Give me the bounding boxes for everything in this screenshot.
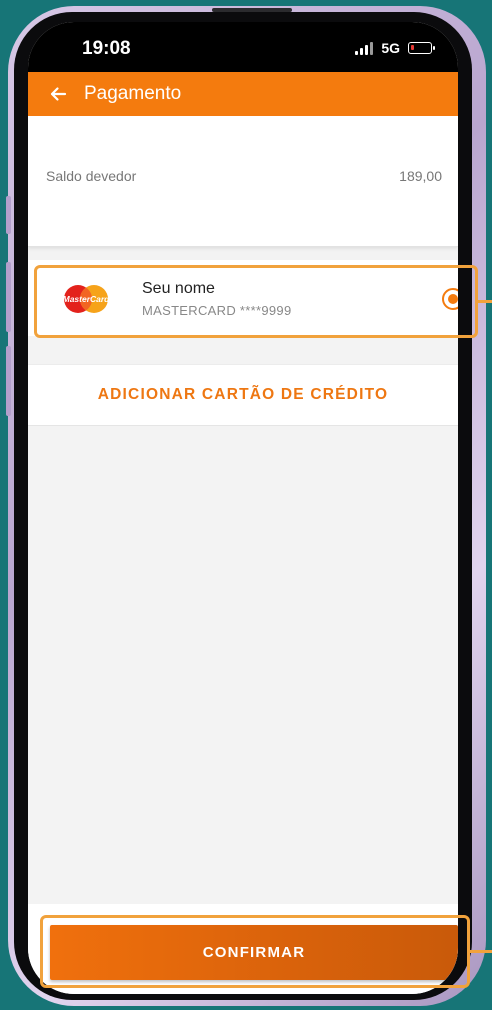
- balance-value: 189,00: [399, 168, 442, 184]
- phone-side-button: [6, 346, 11, 416]
- phone-side-button: [6, 196, 11, 234]
- add-credit-card-label: ADICIONAR CARTÃO DE CRÉDITO: [97, 386, 389, 403]
- phone-screen: 19:08 5G Pagamento Saldo devedor 189,00 …: [28, 22, 458, 994]
- confirm-highlight-connector: [470, 950, 492, 953]
- status-bar: 19:08 5G: [28, 22, 458, 72]
- add-credit-card-button[interactable]: ADICIONAR CARTÃO DE CRÉDITO: [28, 364, 458, 426]
- balance-card: Saldo devedor 189,00: [28, 116, 458, 247]
- back-button[interactable]: [36, 72, 80, 116]
- phone-side-button: [6, 262, 11, 332]
- confirm-highlight-outline: [40, 915, 470, 988]
- status-indicators: 5G: [355, 40, 435, 56]
- network-type: 5G: [381, 40, 400, 56]
- card-highlight-connector: [478, 300, 492, 303]
- card-highlight-outline: [34, 265, 478, 338]
- battery-icon: [408, 42, 435, 54]
- phone-speaker: [212, 8, 292, 12]
- signal-icon: [355, 41, 375, 55]
- app-bar: Pagamento: [28, 72, 458, 116]
- page-title: Pagamento: [84, 83, 182, 104]
- balance-label: Saldo devedor: [46, 168, 137, 184]
- arrow-left-icon: [50, 87, 67, 101]
- status-time: 19:08: [82, 38, 131, 59]
